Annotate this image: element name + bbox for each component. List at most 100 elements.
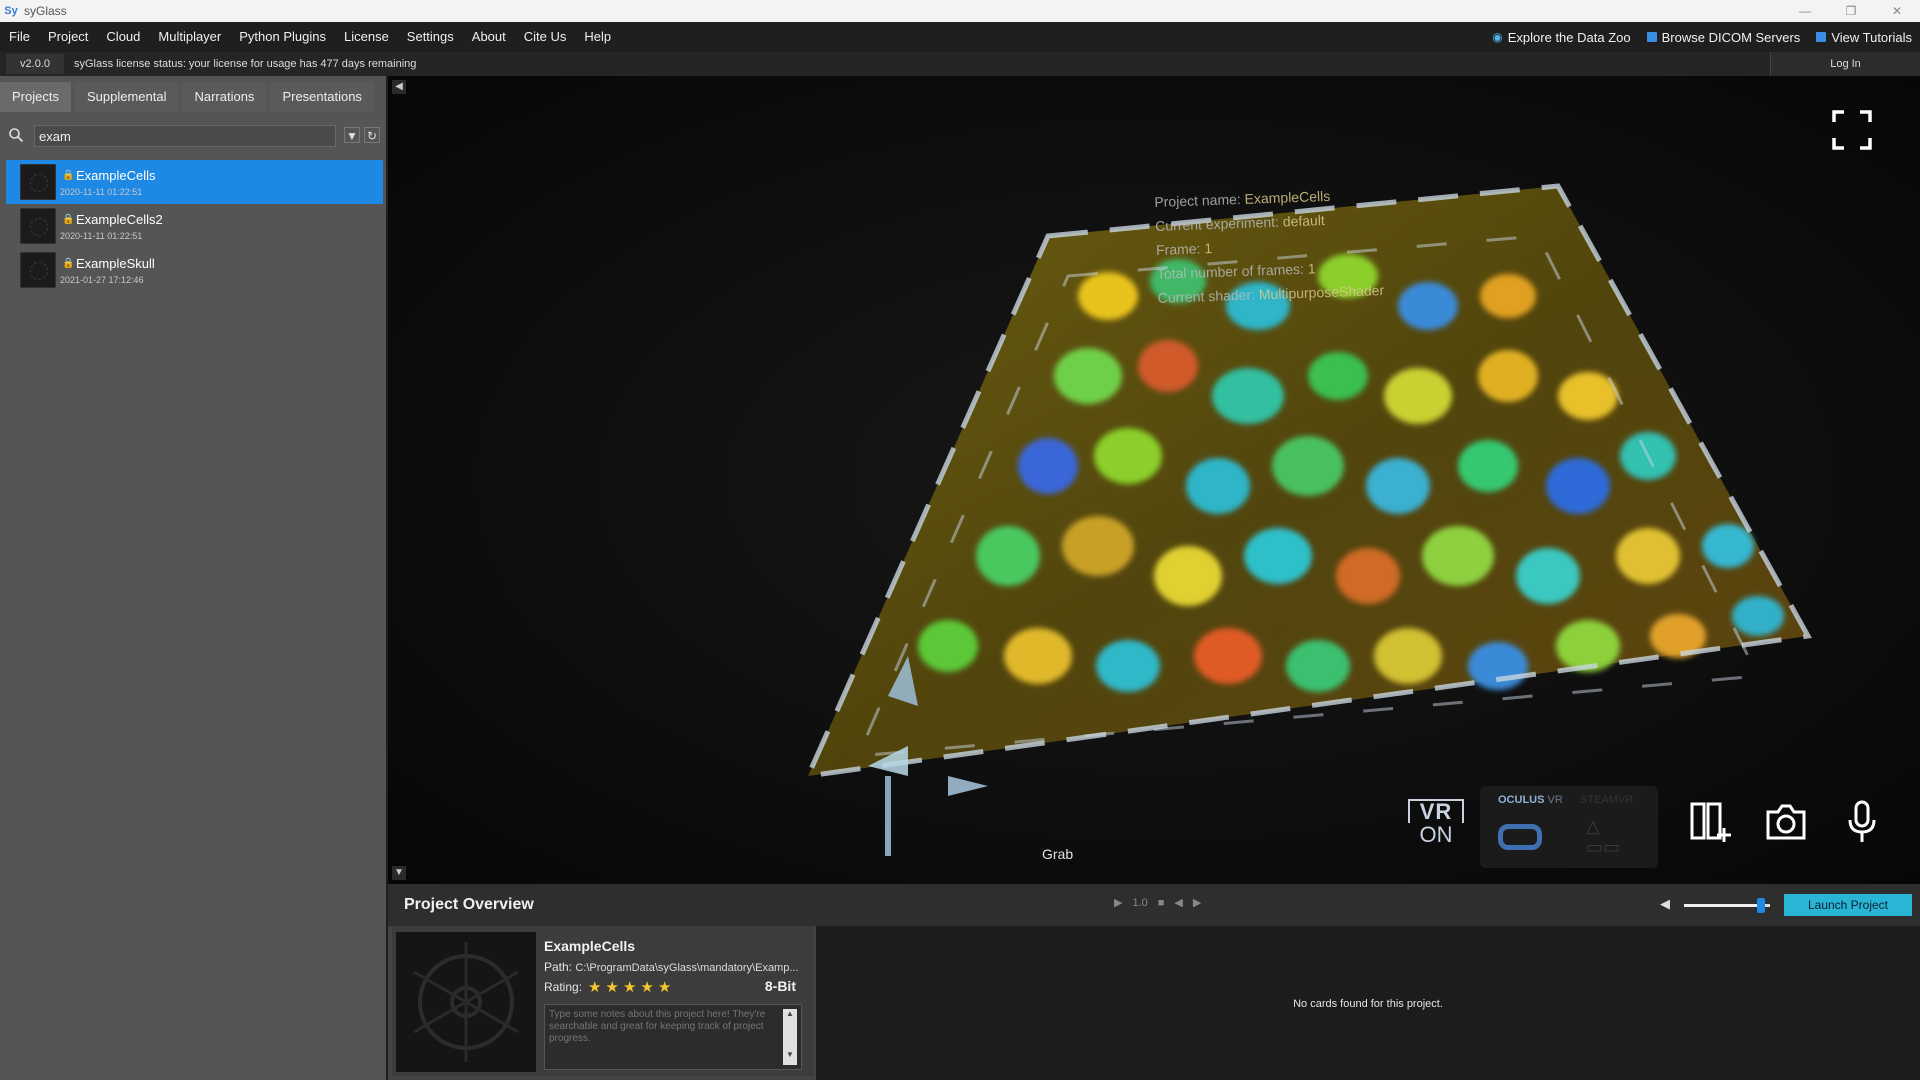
project-thumbnail: [20, 164, 56, 200]
project-name: ExampleCells: [76, 168, 156, 183]
project-item-examplecells[interactable]: 🔒 ExampleCells 2020-11-11 01:22:51: [6, 160, 383, 204]
project-thumbnail: [20, 208, 56, 244]
menu-right-links: ◉ Explore the Data Zoo Browse DICOM Serv…: [1492, 22, 1912, 52]
project-list: 🔒 ExampleCells 2020-11-11 01:22:51 🔒 Exa…: [6, 160, 383, 292]
restore-icon[interactable]: ❐: [1828, 0, 1874, 22]
info-experiment-label: Current experiment:: [1154, 213, 1280, 234]
project-notes: ▲ ▼: [544, 1004, 802, 1070]
star-icon[interactable]: ★: [658, 979, 671, 996]
oculus-label: OCULUS VR: [1498, 794, 1563, 806]
star-icon[interactable]: ★: [588, 979, 601, 996]
left-panel: Projects Supplemental Narrations Present…: [0, 76, 386, 1080]
playback-controls: ▶ 1.0 ■ ◀ ▶: [1114, 896, 1201, 910]
menu-multiplayer[interactable]: Multiplayer: [149, 22, 230, 52]
next-frame-icon[interactable]: ▶: [1193, 896, 1201, 909]
camera-icon[interactable]: [1762, 798, 1810, 846]
explore-data-zoo-label: Explore the Data Zoo: [1507, 29, 1631, 45]
sidebar-tabs: Projects Supplemental Narrations Present…: [0, 82, 378, 112]
stop-icon[interactable]: ■: [1158, 897, 1165, 909]
browse-dicom-label: Browse DICOM Servers: [1661, 29, 1801, 45]
info-project-label: Project name:: [1154, 190, 1241, 210]
collapse-sidebar-icon[interactable]: ◀: [392, 80, 406, 94]
project-overview-title: Project Overview: [404, 896, 534, 913]
info-shader-value: MultipurposeShader: [1258, 282, 1385, 303]
close-icon[interactable]: ✕: [1874, 0, 1920, 22]
microphone-icon[interactable]: [1838, 798, 1886, 846]
add-panel-icon[interactable]: [1686, 798, 1734, 846]
overview-path-label: Path:: [544, 960, 573, 974]
menu-settings[interactable]: Settings: [398, 22, 463, 52]
star-icon[interactable]: ★: [623, 979, 636, 996]
browse-dicom-link[interactable]: Browse DICOM Servers: [1646, 29, 1801, 45]
notes-scrollbar[interactable]: ▲ ▼: [783, 1009, 797, 1065]
login-button[interactable]: Log In: [1770, 52, 1920, 76]
view-tutorials-link[interactable]: View Tutorials: [1816, 30, 1912, 45]
prev-frame-icon[interactable]: ◀: [1174, 896, 1182, 909]
speaker-icon[interactable]: ◀: [1660, 896, 1670, 912]
oculus-headset-icon[interactable]: [1498, 824, 1542, 850]
vr-label: VR: [1408, 799, 1464, 823]
overview-rating-label: Rating:: [544, 980, 583, 994]
project-thumbnail: [20, 252, 56, 288]
play-icon[interactable]: ▶: [1114, 896, 1122, 909]
version-badge: v2.0.0: [6, 54, 64, 74]
search-icon: [9, 128, 24, 143]
tab-supplemental[interactable]: Supplemental: [74, 82, 179, 112]
rating-stars[interactable]: ★ ★ ★ ★ ★: [588, 978, 675, 996]
info-frame-value: 1: [1203, 240, 1213, 257]
star-icon[interactable]: ★: [605, 979, 618, 996]
status-bar: v2.0.0 syGlass license status: your lice…: [0, 52, 1920, 76]
minimize-icon[interactable]: —: [1782, 0, 1828, 22]
project-overview-thumbnail: [396, 932, 536, 1072]
steamvr-headset-icon[interactable]: △ ▭▭: [1586, 816, 1636, 860]
render-viewport[interactable]: ◀ ▼ Project name: ExampleCells Current e…: [388, 76, 1920, 884]
overview-project-name: ExampleCells: [544, 938, 636, 954]
project-item-exampleskull[interactable]: 🔒 ExampleSkull 2021-01-27 17:12:46: [6, 248, 383, 292]
volume-slider-handle[interactable]: [1757, 898, 1766, 913]
volume-control[interactable]: ◀: [1660, 894, 1770, 916]
scroll-down-icon[interactable]: ▼: [783, 1050, 797, 1059]
star-icon[interactable]: ★: [640, 979, 653, 996]
vr-state: ON: [1419, 822, 1453, 847]
project-date: 2021-01-27 17:12:46: [60, 275, 144, 285]
steamvr-label: STEAMVR: [1580, 794, 1634, 806]
project-notes-input[interactable]: [549, 1009, 777, 1065]
no-cards-message: No cards found for this project.: [1293, 998, 1443, 1010]
overview-bit-depth: 8-Bit: [764, 978, 796, 994]
project-name: ExampleCells2: [76, 212, 163, 227]
scroll-up-icon[interactable]: ▲: [783, 1009, 797, 1018]
menu-about[interactable]: About: [463, 22, 515, 52]
launch-project-button[interactable]: Launch Project: [1784, 894, 1912, 916]
playback-speed[interactable]: 1.0: [1132, 897, 1147, 909]
menu-license[interactable]: License: [335, 22, 398, 52]
info-total-frames-value: 1: [1307, 260, 1316, 277]
fullscreen-icon[interactable]: [1832, 110, 1872, 150]
explore-data-zoo-link[interactable]: ◉ Explore the Data Zoo: [1492, 30, 1630, 45]
project-item-examplecells2[interactable]: 🔒 ExampleCells2 2020-11-11 01:22:51: [6, 204, 383, 248]
collapse-bottom-icon[interactable]: ▼: [392, 866, 406, 880]
menu-cite-us[interactable]: Cite Us: [515, 22, 576, 52]
eye-icon: ◉: [1492, 30, 1503, 44]
window-title: syGlass: [24, 4, 67, 18]
menu-python-plugins[interactable]: Python Plugins: [230, 22, 335, 52]
tab-projects[interactable]: Projects: [0, 82, 71, 112]
menu-project[interactable]: Project: [39, 22, 97, 52]
window-controls: — ❐ ✕: [1782, 0, 1920, 22]
project-overview-card: ExampleCells Path: C:\ProgramData\syGlas…: [392, 926, 814, 1076]
cards-panel: No cards found for this project.: [816, 926, 1920, 1080]
info-frame-label: Frame:: [1155, 240, 1201, 258]
menu-file[interactable]: File: [0, 22, 39, 52]
menu-help[interactable]: Help: [575, 22, 620, 52]
menu-cloud[interactable]: Cloud: [97, 22, 149, 52]
search-input[interactable]: [34, 125, 336, 147]
vr-status-toggle[interactable]: VR ON: [1408, 799, 1464, 847]
info-total-frames-label: Total number of frames:: [1156, 260, 1305, 282]
license-status: syGlass license status: your license for…: [74, 58, 417, 70]
info-shader-label: Current shader:: [1157, 286, 1256, 306]
filter-icon[interactable]: ▼: [344, 127, 360, 143]
window-titlebar: Sy syGlass — ❐ ✕: [0, 0, 1920, 22]
view-tutorials-label: View Tutorials: [1831, 29, 1912, 45]
tab-narrations[interactable]: Narrations: [182, 82, 267, 112]
tab-presentations[interactable]: Presentations: [270, 82, 374, 112]
refresh-icon[interactable]: ↻: [364, 127, 380, 143]
